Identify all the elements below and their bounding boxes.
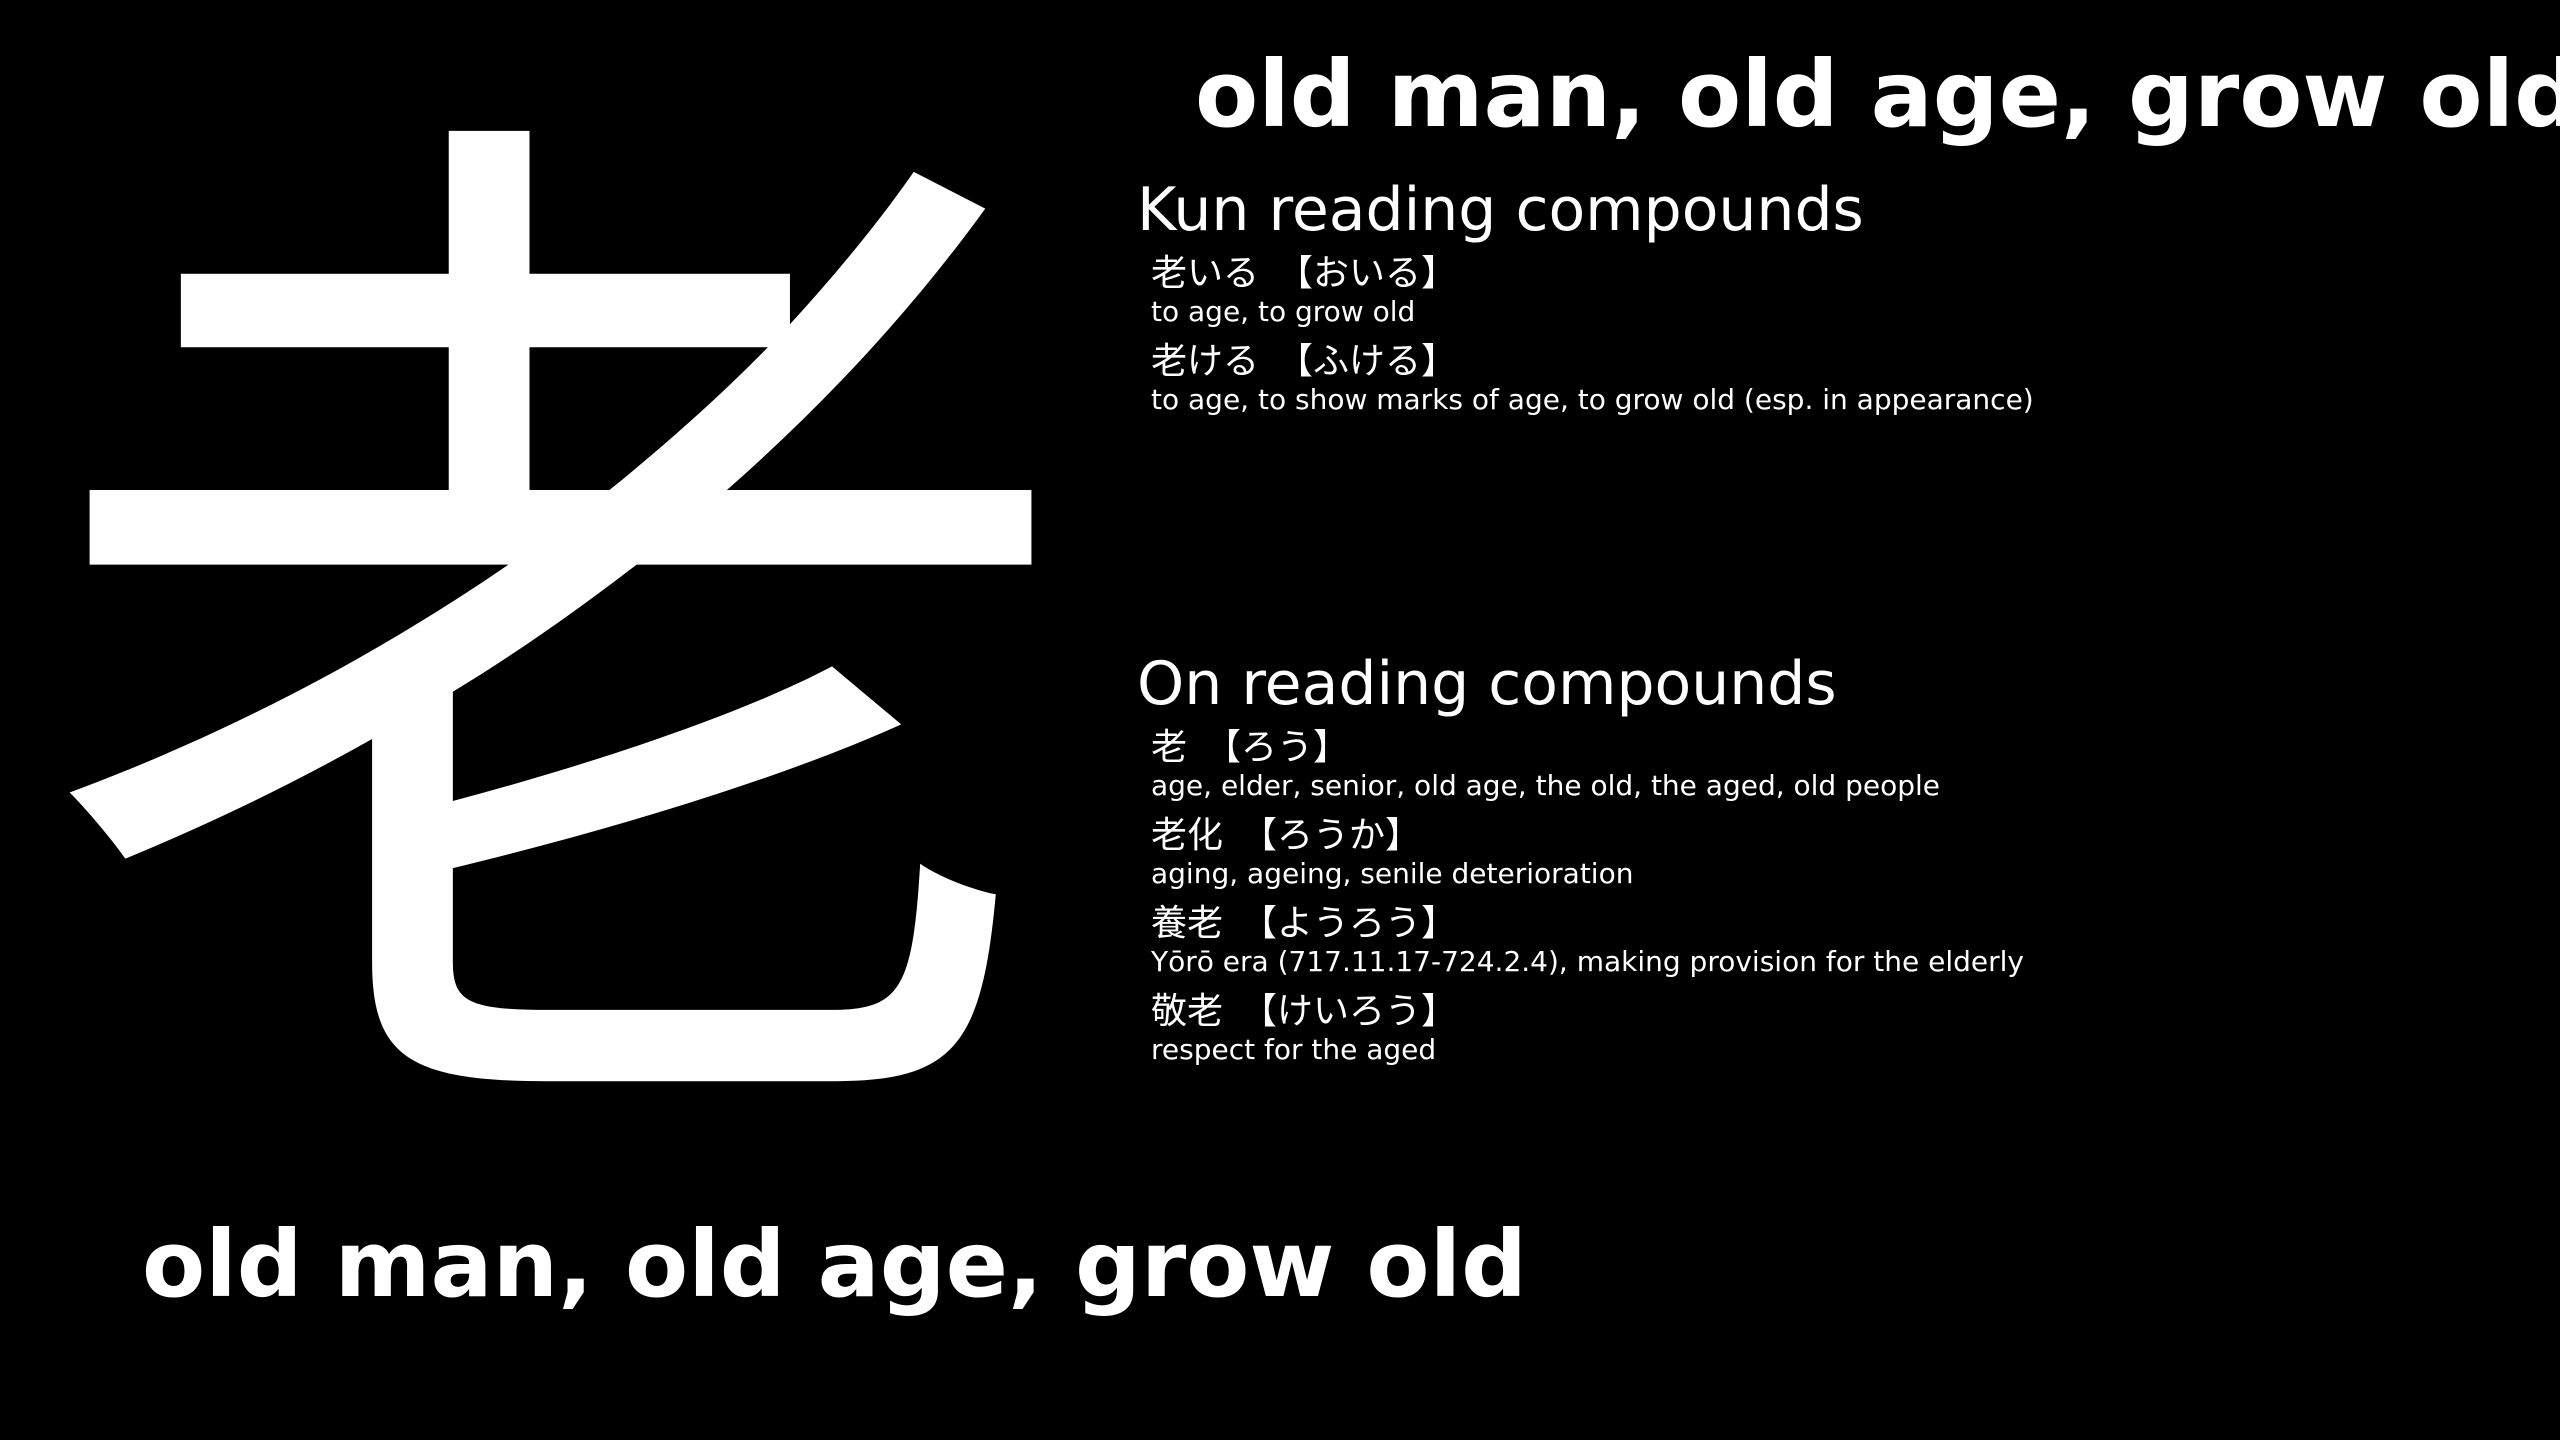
on-compound: 養老 【ようろう】 Yōrō era (717.11.17-724.2.4), m… bbox=[1151, 902, 2517, 978]
meaning-caption-bottom: old man, old age, grow old bbox=[142, 1211, 1528, 1318]
compound-reading: 【ろうか】 bbox=[1241, 815, 1422, 856]
compound-word: 老化 bbox=[1151, 815, 1224, 856]
compound-gloss: Yōrō era (717.11.17-724.2.4), making pro… bbox=[1151, 945, 2024, 978]
compound-word-line: 老いる 【おいる】 bbox=[1151, 252, 2517, 296]
compound-word-line: 老化 【ろうか】 bbox=[1151, 814, 2517, 858]
kun-compound: 老ける 【ふける】 to age, to show marks of age, t… bbox=[1151, 340, 2517, 416]
compound-word-line: 敬老 【けいろう】 bbox=[1151, 990, 2517, 1034]
compound-word-line: 老【ろう】 bbox=[1151, 726, 2517, 770]
kun-reading-section: Kun reading compounds 老いる 【おいる】 to age, t… bbox=[1137, 172, 2517, 428]
compound-reading: 【おいる】 bbox=[1277, 253, 1458, 294]
compound-word: 老いる bbox=[1151, 253, 1260, 294]
compound-word: 老ける bbox=[1151, 341, 1260, 382]
meaning-title-top: old man, old age, grow old bbox=[1195, 41, 2560, 148]
compound-gloss: aging, ageing, senile deterioration bbox=[1151, 857, 1634, 890]
compound-word-line: 老ける 【ふける】 bbox=[1151, 340, 2517, 384]
compound-gloss: age, elder, senior, old age, the old, th… bbox=[1151, 769, 1941, 802]
on-compound: 敬老 【けいろう】 respect for the aged bbox=[1151, 990, 2517, 1066]
compound-word: 敬老 bbox=[1151, 991, 1224, 1032]
compound-reading: 【けいろう】 bbox=[1241, 991, 1458, 1032]
compound-reading: 【ようろう】 bbox=[1241, 903, 1458, 944]
compound-word-line: 養老 【ようろう】 bbox=[1151, 902, 2517, 946]
compound-gloss: to age, to show marks of age, to grow ol… bbox=[1151, 383, 2034, 416]
on-reading-section: On reading compounds 老【ろう】 age, elder, s… bbox=[1137, 646, 2517, 1078]
on-reading-heading: On reading compounds bbox=[1137, 649, 1837, 719]
kun-compound: 老いる 【おいる】 to age, to grow old bbox=[1151, 252, 2517, 328]
compound-reading: 【ふける】 bbox=[1277, 341, 1458, 382]
on-compound: 老化 【ろうか】 aging, ageing, senile deteriorat… bbox=[1151, 814, 2517, 890]
compound-word: 老 bbox=[1151, 727, 1188, 768]
on-compound: 老【ろう】 age, elder, senior, old age, the o… bbox=[1151, 726, 2517, 802]
compound-reading: 【ろう】 bbox=[1205, 727, 1350, 768]
compound-gloss: to age, to grow old bbox=[1151, 295, 1416, 328]
compound-gloss: respect for the aged bbox=[1151, 1033, 1437, 1066]
kun-reading-heading: Kun reading compounds bbox=[1137, 175, 1864, 245]
kanji-character: 老 bbox=[35, 38, 1085, 1261]
compound-word: 養老 bbox=[1151, 903, 1224, 944]
